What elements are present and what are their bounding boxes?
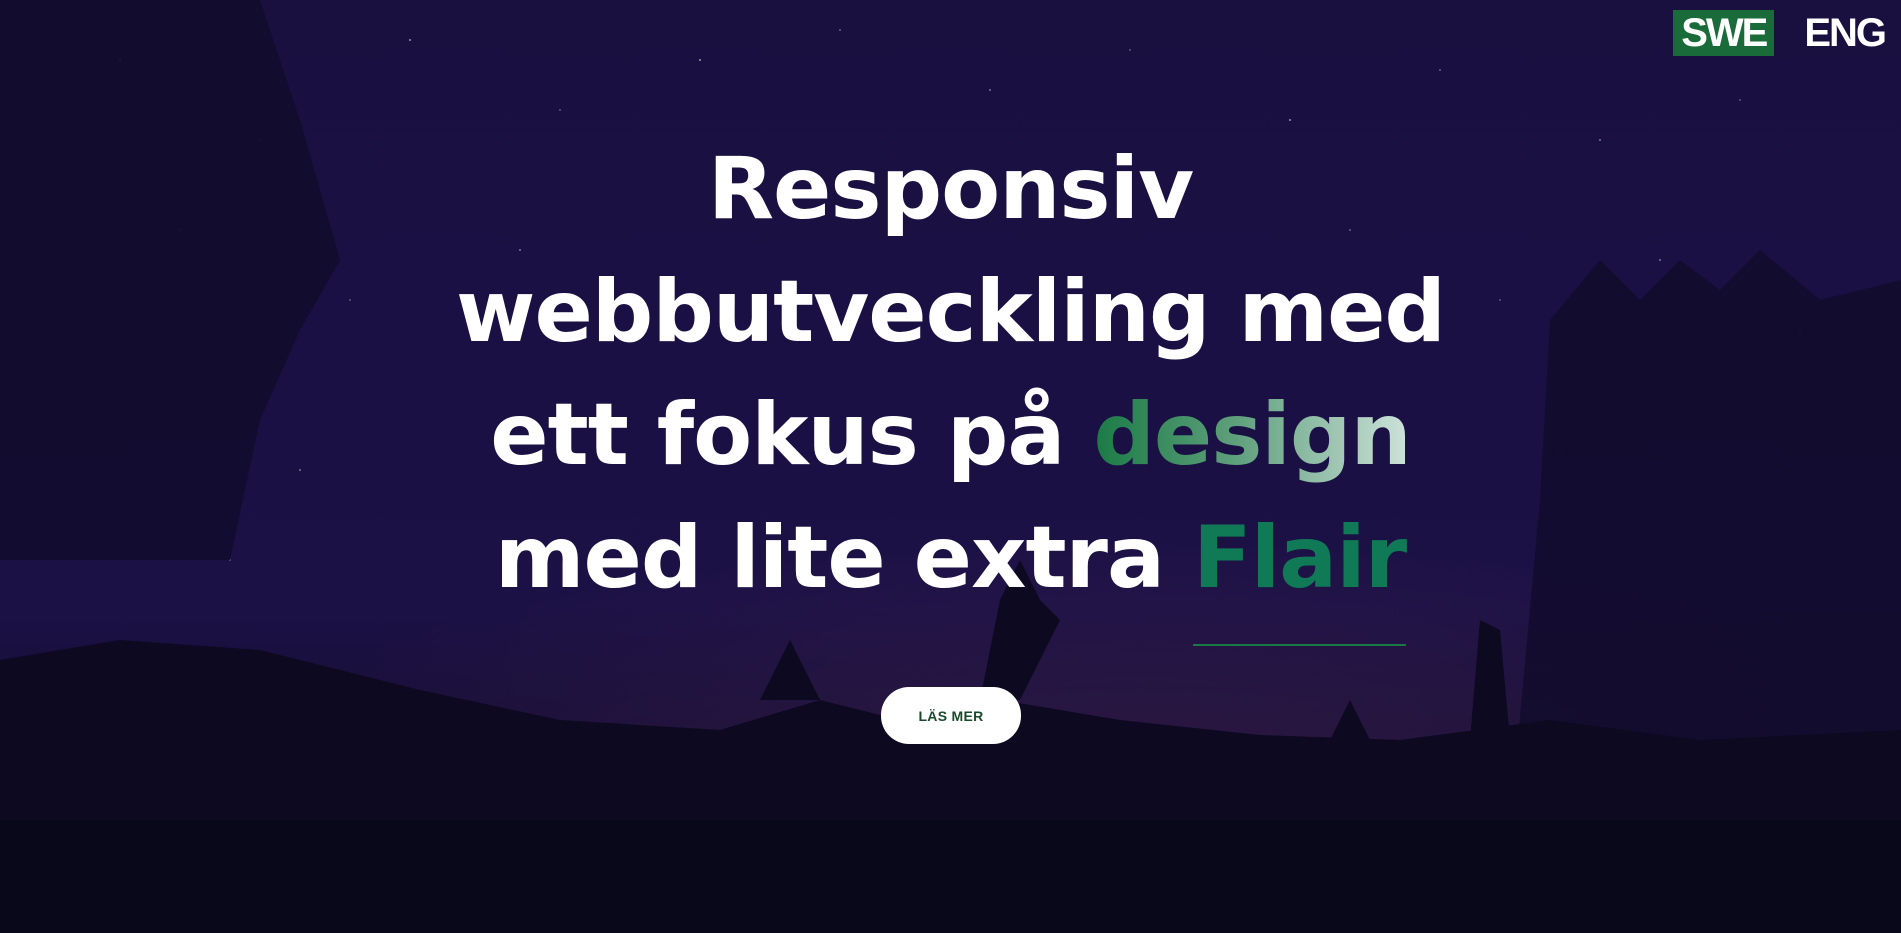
headline-line-1: Responsiv — [707, 139, 1194, 239]
headline-line-3-prefix: ett fokus på — [490, 385, 1094, 485]
headline-line-2: webbutveckling med — [456, 262, 1446, 362]
lang-option-eng[interactable]: ENG — [1796, 10, 1893, 56]
headline-line-3: ett fokus på design — [0, 374, 1901, 497]
read-more-button[interactable]: LÄS MER — [881, 687, 1021, 744]
language-switch: SWE ENG — [1673, 10, 1893, 56]
headline-line-4-prefix: med lite extra — [494, 508, 1193, 608]
hero-headline: Responsiv webbutveckling med ett fokus p… — [0, 128, 1901, 646]
hero-section: SWE ENG Responsiv webbutveckling med ett… — [0, 0, 1901, 933]
headline-design-highlight: design — [1093, 385, 1411, 485]
headline-line-4: med lite extra Flair — [0, 497, 1901, 646]
lang-option-swe[interactable]: SWE — [1673, 10, 1775, 56]
headline-flair-highlight: Flair — [1192, 497, 1407, 646]
